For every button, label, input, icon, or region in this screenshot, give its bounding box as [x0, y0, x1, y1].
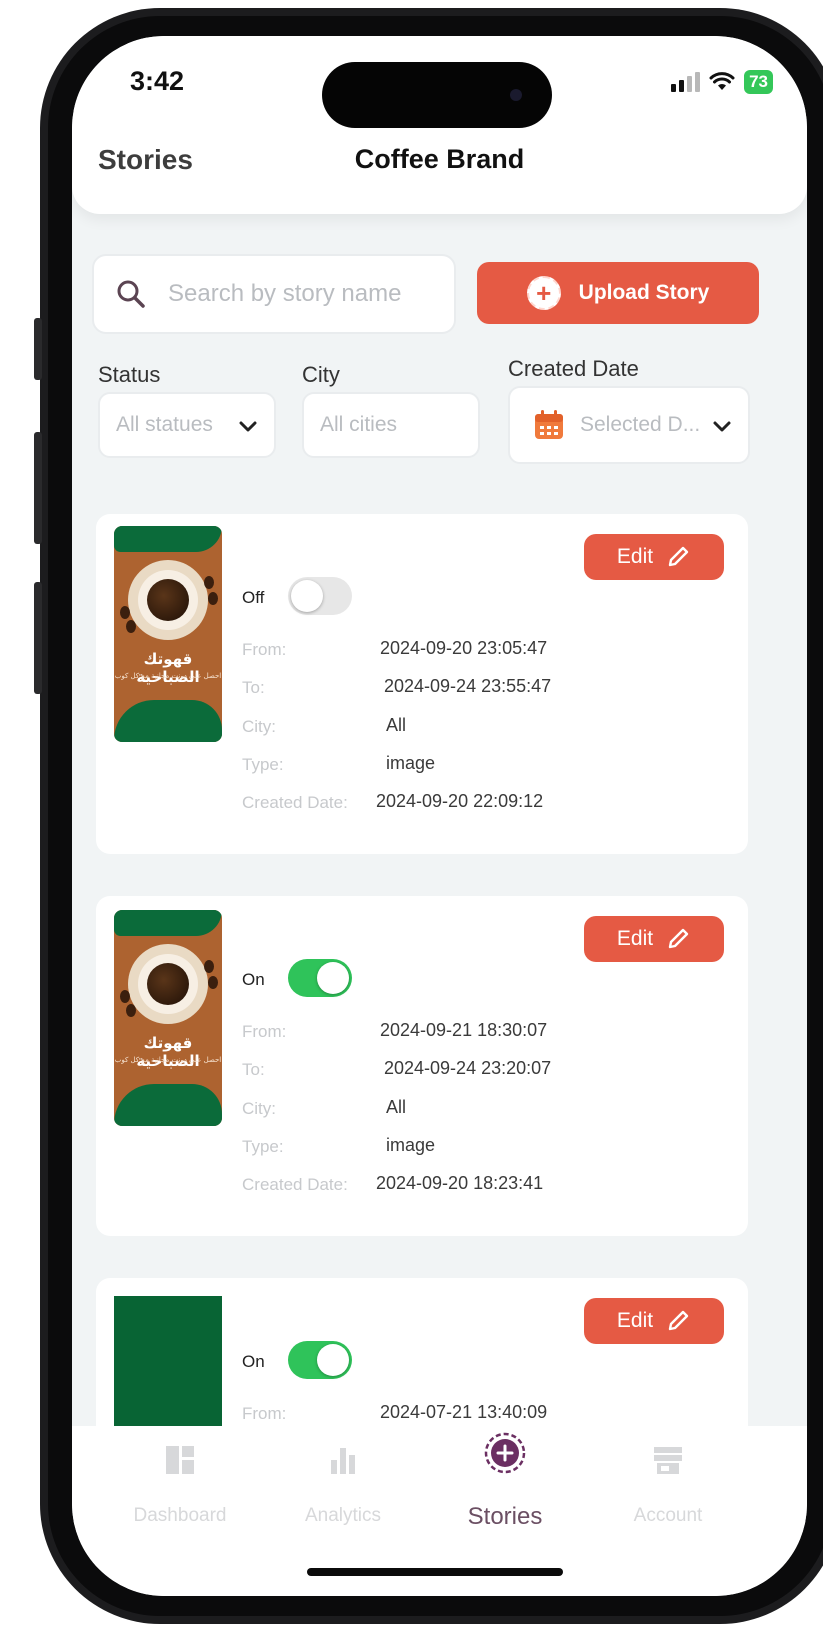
from-value: 2024-09-20 23:05:47	[380, 638, 548, 658]
nav-label-account: Account	[633, 1505, 703, 1526]
add-circle-icon: +	[526, 276, 561, 310]
dynamic-island	[322, 62, 552, 128]
battery-icon: 73	[744, 70, 773, 94]
wifi-icon	[709, 72, 735, 90]
nav-label-analytics: Analytics	[304, 1505, 382, 1526]
created-date-filter-value: Selected D...	[580, 413, 701, 436]
app-screen: 3:42 73 Stories Coffee Brand + Upload St…	[72, 36, 807, 1596]
city-filter-value: All cities	[320, 413, 398, 436]
story-card: قهوتك الصباحية احصل على دونت مجانية مع ك…	[96, 896, 748, 1236]
bottom-navigation: Dashboard Analytics Stories Account	[72, 1426, 807, 1596]
upload-story-button[interactable]: + Upload Story	[477, 262, 759, 324]
from-value: 2024-07-21 13:40:09	[380, 1402, 548, 1422]
city-label: City:	[242, 717, 276, 736]
created-date-filter-label: Created Date	[508, 356, 639, 381]
brand-name: Coffee Brand	[354, 144, 525, 174]
thumbnail-subtitle: احصل على دونت مجانية مع كل كوب	[114, 1056, 222, 1064]
city-value: All	[386, 1097, 407, 1117]
nav-label-dashboard: Dashboard	[133, 1505, 227, 1526]
city-value: All	[386, 715, 407, 735]
status-filter-value: All statues	[116, 413, 213, 436]
type-label: Type:	[242, 755, 284, 774]
coffee-cup-image	[147, 579, 189, 621]
edit-button[interactable]: Edit	[584, 1298, 724, 1344]
side-button-silent	[34, 318, 42, 380]
city-filter-select[interactable]: All cities	[302, 392, 480, 458]
status-toggle-label: On	[242, 970, 265, 989]
created-date-value: 2024-09-20 18:23:41	[376, 1173, 544, 1193]
pencil-icon	[668, 1310, 689, 1331]
status-toggle[interactable]	[288, 577, 352, 615]
created-date-label: Created Date:	[242, 793, 348, 812]
bar-chart-icon	[331, 1448, 355, 1474]
nav-item-dashboard[interactable]: Dashboard	[105, 1442, 255, 1527]
type-value: image	[386, 753, 436, 773]
chevron-down-icon	[239, 421, 257, 432]
status-icons: 73	[671, 70, 773, 94]
edit-label: Edit	[616, 1309, 654, 1332]
type-value: image	[386, 1135, 436, 1155]
created-date-filter-picker[interactable]: Selected D...	[508, 386, 750, 464]
home-indicator	[307, 1568, 563, 1576]
to-value: 2024-09-24 23:20:07	[384, 1058, 552, 1078]
story-thumbnail[interactable]: قهوتك الصباحية احصل على دونت مجانية مع ك…	[114, 526, 222, 742]
story-card: قهوتك الصباحية احصل على دونت مجانية مع ك…	[96, 514, 748, 854]
store-icon	[654, 1447, 682, 1474]
pencil-icon	[668, 546, 689, 567]
status-toggle[interactable]	[288, 1341, 352, 1379]
camera-icon	[510, 89, 522, 101]
thumbnail-title: قهوتك الصباحية	[136, 650, 200, 686]
status-filter-label: Status	[98, 362, 161, 387]
add-story-icon	[484, 1432, 526, 1474]
created-date-label: Created Date:	[242, 1175, 348, 1194]
chevron-down-icon	[713, 421, 731, 432]
upload-story-label: Upload Story	[578, 281, 710, 304]
calendar-icon	[535, 410, 563, 439]
thumbnail-subtitle: احصل على دونت مجانية مع كل كوب	[114, 672, 222, 680]
type-label: Type:	[242, 1137, 284, 1156]
from-label: From:	[242, 640, 287, 659]
thumbnail-title: قهوتك الصباحية	[136, 1034, 200, 1070]
nav-item-stories[interactable]: Stories	[430, 1432, 580, 1531]
story-thumbnail[interactable]: قهوتك الصباحية احصل على دونت مجانية مع ك…	[114, 910, 222, 1126]
to-label: To:	[242, 1060, 265, 1079]
edit-button[interactable]: Edit	[584, 916, 724, 962]
to-label: To:	[242, 678, 265, 697]
from-label: From:	[242, 1404, 287, 1423]
pencil-icon	[668, 928, 689, 949]
status-toggle-label: On	[242, 1352, 265, 1371]
app-header: 3:42 73 Stories Coffee Brand	[72, 36, 807, 214]
created-date-value: 2024-09-20 22:09:12	[376, 791, 544, 811]
side-button-volume-down	[34, 582, 42, 694]
edit-button[interactable]: Edit	[584, 534, 724, 580]
status-time: 3:42	[130, 66, 185, 96]
to-value: 2024-09-24 23:55:47	[384, 676, 552, 696]
from-value: 2024-09-21 18:30:07	[380, 1020, 548, 1040]
status-toggle[interactable]	[288, 959, 352, 997]
city-filter-label: City	[302, 362, 340, 387]
edit-label: Edit	[616, 545, 654, 568]
nav-item-account[interactable]: Account	[593, 1442, 743, 1527]
cellular-signal-icon	[671, 72, 701, 92]
edit-label: Edit	[616, 927, 654, 950]
search-icon	[117, 280, 145, 308]
from-label: From:	[242, 1022, 287, 1041]
nav-label-stories: Stories	[467, 1503, 543, 1530]
city-label: City:	[242, 1099, 276, 1118]
side-button-volume-up	[34, 432, 42, 544]
status-filter-select[interactable]: All statues	[98, 392, 276, 458]
dashboard-icon	[166, 1446, 194, 1474]
coffee-cup-image	[147, 963, 189, 1005]
search-field[interactable]	[92, 254, 456, 334]
search-input[interactable]	[168, 280, 428, 308]
nav-item-analytics[interactable]: Analytics	[268, 1442, 418, 1527]
status-toggle-label: Off	[242, 588, 265, 607]
